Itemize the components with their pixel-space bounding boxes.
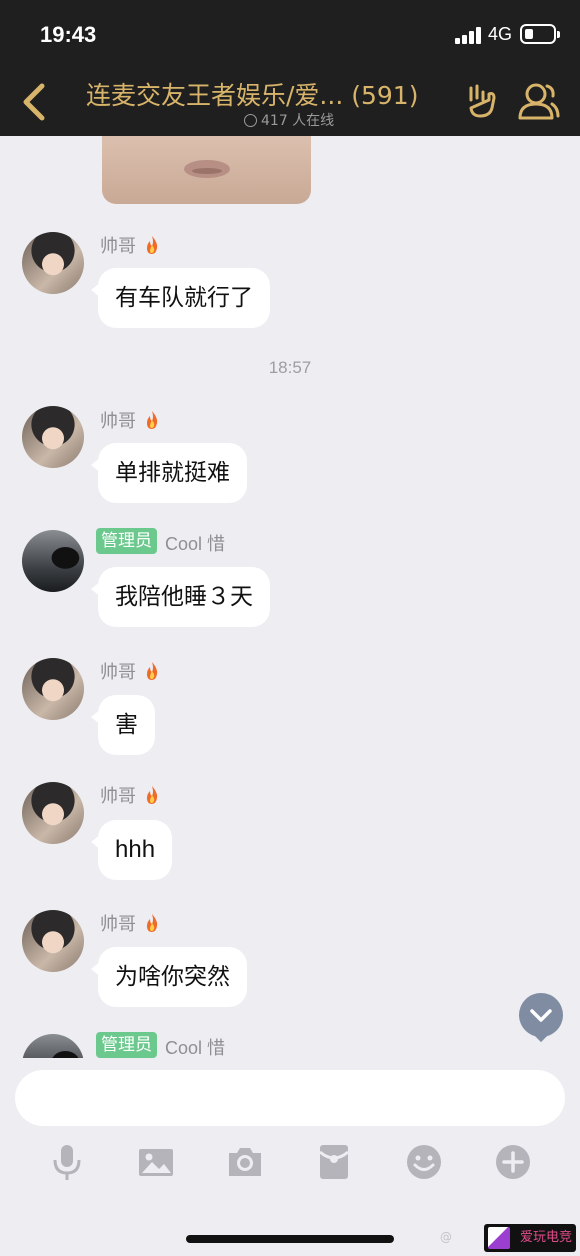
sender-name: 帅哥 xyxy=(100,232,160,258)
group-name: 连麦交友王者娱乐/爱... xyxy=(86,81,344,110)
scroll-to-bottom-button[interactable] xyxy=(519,993,563,1037)
online-status: 417 人在线 xyxy=(244,110,334,130)
message-timestamp: 18:57 xyxy=(268,358,312,377)
sender-name: 帅哥 xyxy=(100,910,160,936)
message-bubble[interactable]: 为啥你突然 xyxy=(91,947,247,1007)
group-members-icon[interactable] xyxy=(514,80,560,122)
chevron-down-icon xyxy=(530,1009,552,1022)
emoji-icon[interactable] xyxy=(404,1142,444,1182)
sender-name: Cool 惜 xyxy=(165,1038,226,1058)
signal-icon xyxy=(455,26,483,44)
camera-icon[interactable] xyxy=(225,1142,265,1182)
fire-icon xyxy=(147,236,158,254)
status-time: 19:43 xyxy=(40,22,97,47)
avatar[interactable] xyxy=(22,1034,84,1058)
fire-icon xyxy=(147,786,158,804)
avatar[interactable] xyxy=(22,782,84,844)
watermark-prefix: @ xyxy=(440,1230,452,1244)
message-input[interactable] xyxy=(15,1070,565,1126)
message-list[interactable]: 帅哥 有车队就行了 18:57 帅哥 单排就挺难 管理员 Cool 惜 我陪他睡… xyxy=(0,136,580,1058)
sender-name: 帅哥 xyxy=(100,407,160,433)
image-icon[interactable] xyxy=(136,1142,176,1182)
member-count: (591) xyxy=(351,81,419,110)
message-bubble[interactable]: 我陪他睡３天 xyxy=(91,567,270,627)
sender-name-text: 帅哥 xyxy=(100,662,136,683)
message-bubble[interactable]: 单排就挺难 xyxy=(91,443,247,503)
avatar[interactable] xyxy=(22,910,84,972)
sender-name: Cool 惜 xyxy=(165,534,226,554)
fire-icon xyxy=(147,914,158,932)
avatar[interactable] xyxy=(22,232,84,294)
fire-icon xyxy=(147,411,158,429)
plus-icon[interactable] xyxy=(493,1142,533,1182)
sender-name-text: 帅哥 xyxy=(100,411,136,432)
avatar[interactable] xyxy=(22,658,84,720)
chevron-down-circle-icon xyxy=(244,114,257,127)
composer: @ 爱玩电竞 xyxy=(0,1058,580,1256)
sender-name: 帅哥 xyxy=(100,658,160,684)
image-detail xyxy=(192,168,222,174)
fire-icon xyxy=(147,662,158,680)
back-chevron-icon[interactable] xyxy=(18,82,54,122)
network-type: 4G xyxy=(488,24,513,44)
message-bubble[interactable]: 有车队就行了 xyxy=(91,268,270,328)
red-packet-icon[interactable] xyxy=(314,1142,354,1182)
watermark-logo: 爱玩电竞 xyxy=(484,1224,576,1252)
admin-badge: 管理员 xyxy=(96,1032,157,1058)
sender-name-text: 帅哥 xyxy=(100,236,136,257)
sender-name: 帅哥 xyxy=(100,782,160,808)
avatar[interactable] xyxy=(22,530,84,592)
sender-name-text: 帅哥 xyxy=(100,786,136,807)
home-indicator xyxy=(186,1235,394,1243)
watermark-text: 爱玩电竞 xyxy=(519,1230,572,1245)
chat-header: 19:43 4G 连麦交友王者娱乐/爱... (591) 417 人在线 xyxy=(0,0,580,136)
mic-icon[interactable] xyxy=(47,1142,87,1182)
online-count: 417 人在线 xyxy=(261,113,335,129)
sender-name-text: 帅哥 xyxy=(100,914,136,935)
avatar[interactable] xyxy=(22,406,84,468)
message-bubble[interactable]: hhh xyxy=(90,820,173,880)
image-message[interactable] xyxy=(102,136,311,204)
group-title[interactable]: 连麦交友王者娱乐/爱... (591) xyxy=(86,76,436,112)
rock-hand-icon[interactable] xyxy=(466,84,498,118)
battery-icon xyxy=(520,24,560,44)
admin-badge: 管理员 xyxy=(96,528,157,554)
logo-icon xyxy=(488,1227,510,1249)
battery-level xyxy=(525,29,533,39)
message-bubble[interactable]: 害 xyxy=(91,695,155,755)
